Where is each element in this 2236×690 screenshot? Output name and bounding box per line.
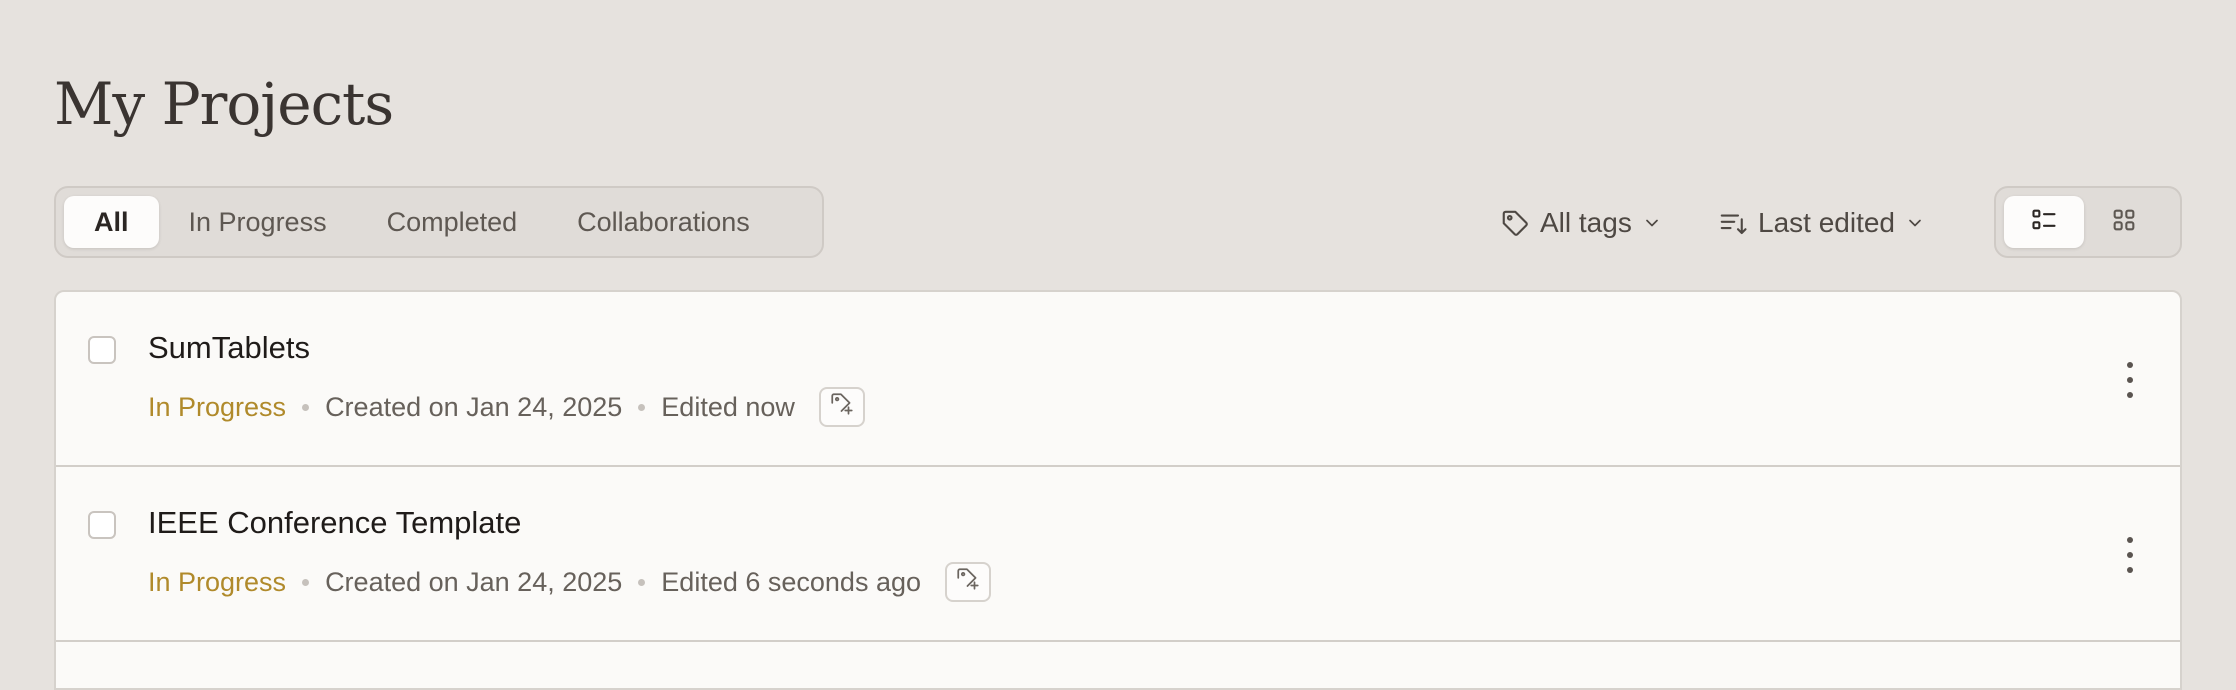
view-toggle: [1994, 186, 2182, 258]
more-options-button[interactable]: [2120, 533, 2140, 577]
list-view-icon: [2030, 206, 2058, 239]
more-vertical-icon-dot: [2127, 567, 2133, 573]
project-title[interactable]: IEEE Conference Template: [148, 505, 521, 541]
project-select-checkbox[interactable]: [88, 511, 116, 539]
sort-dropdown[interactable]: Last edited: [1718, 200, 1925, 246]
tab-collaborations[interactable]: Collaborations: [547, 196, 780, 248]
tab-all[interactable]: All: [64, 196, 159, 248]
more-vertical-icon-dot: [2127, 392, 2133, 398]
created-date: Created on Jan 24, 2025: [325, 566, 623, 597]
tags-filter-label: All tags: [1540, 207, 1632, 238]
list-view-button[interactable]: [2004, 196, 2084, 248]
project-filter-tabs: All In Progress Completed Collaborations: [54, 186, 824, 258]
grid-view-button[interactable]: [2084, 196, 2164, 248]
project-meta: In Progress Created on Jan 24, 2025 Edit…: [148, 386, 865, 428]
add-tag-button[interactable]: [818, 387, 865, 427]
project-meta: In Progress Created on Jan 24, 2025 Edit…: [148, 561, 991, 603]
tag-icon: [1500, 208, 1530, 238]
more-vertical-icon-dot: [2127, 377, 2133, 383]
project-row[interactable]: SumTablets In Progress Created on Jan 24…: [56, 292, 2180, 467]
status-badge: In Progress: [148, 391, 287, 422]
tags-filter-dropdown[interactable]: All tags: [1500, 200, 1662, 246]
separator-dot: [302, 578, 310, 586]
page-title: My Projects: [54, 70, 394, 138]
separator-dot: [638, 578, 646, 586]
chevron-down-icon: [1905, 213, 1925, 233]
sort-label: Last edited: [1758, 207, 1895, 238]
edited-time: Edited 6 seconds ago: [661, 566, 921, 597]
tab-completed[interactable]: Completed: [357, 196, 548, 248]
created-date: Created on Jan 24, 2025: [325, 391, 623, 422]
more-options-button[interactable]: [2120, 358, 2140, 402]
add-tag-icon: [955, 566, 981, 599]
more-vertical-icon: [2127, 537, 2133, 543]
edited-time: Edited now: [661, 391, 795, 422]
more-vertical-icon-dot: [2127, 552, 2133, 558]
add-tag-icon: [829, 391, 855, 424]
separator-dot: [302, 403, 310, 411]
chevron-down-icon: [1642, 213, 1662, 233]
sort-icon: [1718, 208, 1748, 238]
tab-in-progress[interactable]: In Progress: [159, 196, 357, 248]
status-badge: In Progress: [148, 566, 287, 597]
project-row[interactable]: IEEE Conference Template In Progress Cre…: [56, 467, 2180, 642]
separator-dot: [638, 403, 646, 411]
grid-view-icon: [2110, 206, 2138, 239]
add-tag-button[interactable]: [945, 562, 991, 602]
project-title[interactable]: SumTablets: [148, 330, 310, 366]
project-list: SumTablets In Progress Created on Jan 24…: [54, 290, 2182, 690]
more-vertical-icon: [2127, 362, 2133, 368]
project-select-checkbox[interactable]: [88, 336, 116, 364]
